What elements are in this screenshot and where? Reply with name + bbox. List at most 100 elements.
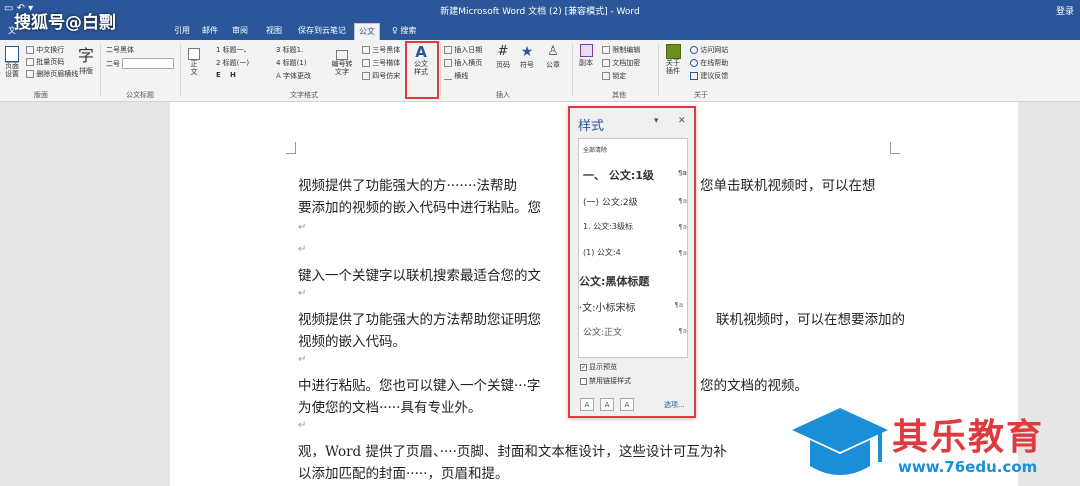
about-plugin-button[interactable]: 关于插件 — [662, 44, 684, 75]
disable-linked-checkbox[interactable]: 禁用链接样式 — [580, 376, 631, 386]
doc-paragraph: 中进行粘贴。您也可以键入一个关键···字 — [298, 378, 541, 394]
heading1-button[interactable]: 1 标题一、 — [216, 45, 251, 55]
separator — [440, 44, 441, 96]
graduation-cap-icon — [792, 408, 888, 475]
tab-review[interactable]: 审阅 — [228, 23, 252, 40]
heading-e-button[interactable]: E — [216, 71, 221, 79]
tab-cloud-notes[interactable]: 保存到云笔记 — [294, 23, 350, 40]
heading3-button[interactable]: 3 标题1. — [276, 45, 303, 55]
separator — [658, 44, 659, 96]
pilcrow-icon: ¶a — [677, 169, 687, 177]
seal-icon: ♙ — [547, 44, 559, 59]
remove-line-icon — [26, 70, 34, 78]
plugin-logo-icon — [665, 44, 681, 59]
paragraph-mark: ↵ — [298, 244, 307, 255]
style-item[interactable]: (1) 公文:4 ¶a — [583, 247, 687, 258]
feedback-button[interactable]: 建议反馈 — [690, 71, 728, 81]
insert-header-button[interactable]: 插入横页 — [444, 58, 482, 68]
seal-button[interactable]: ♙ 公章 — [544, 44, 562, 70]
brand-watermark: 其乐教育 www.76edu.com — [788, 404, 1080, 486]
heading4-button[interactable]: 4 标题(1) — [276, 58, 307, 68]
insert-date-button[interactable]: 插入日期 — [444, 45, 482, 55]
sohu-watermark: 搜狐号@白剽 — [14, 13, 116, 33]
separator — [180, 44, 181, 96]
doc-paragraph: 键入一个关键字以联机搜索最适合您的文 — [298, 268, 541, 284]
hash-icon: # — [497, 44, 509, 59]
manage-styles-button[interactable]: A — [620, 398, 634, 411]
login-link[interactable]: 登录 — [1056, 4, 1074, 17]
heading2-button[interactable]: 2 标题(一) — [216, 58, 249, 68]
styles-pane[interactable]: 样式 ▾ ✕ 全部清除 一、 公文:1级 ¶a (一) 公文:2级 ¶a 1. 公文… — [568, 106, 696, 418]
lock-button[interactable]: 锁定 — [602, 71, 626, 81]
options-link[interactable]: 选项... — [664, 400, 685, 410]
break-icon — [26, 46, 34, 54]
brand-name: 其乐教育 — [892, 417, 1045, 458]
new-style-button[interactable]: A — [580, 398, 594, 411]
save-copy-icon — [579, 44, 593, 57]
pane-menu-icon[interactable]: ▾ — [654, 116, 659, 126]
page-numbers-button[interactable]: 批量页码 — [26, 57, 64, 67]
title-size-label: 二号 — [106, 60, 120, 68]
title-font-label: 二号黑体 — [106, 46, 134, 54]
style-item[interactable]: 公文:正文 ¶a — [583, 325, 687, 338]
heading-h-button[interactable]: H — [230, 71, 236, 79]
key-icon — [602, 59, 610, 67]
page-setup-button[interactable]: 页面设置 — [2, 46, 22, 78]
style-inspector-button[interactable]: A — [600, 398, 614, 411]
title-font-select[interactable] — [122, 58, 174, 69]
group-label-insert: 插入 — [496, 91, 510, 99]
tab-references[interactable]: 引用 — [170, 23, 194, 40]
tab-search[interactable]: ♀ 搜索 — [388, 23, 420, 40]
lock-icon — [602, 72, 610, 80]
crop-mark — [286, 142, 296, 154]
style-item[interactable]: 1. 公文:3级标 ¶a — [583, 221, 687, 232]
body-style-button[interactable]: 正文 — [186, 48, 202, 76]
paragraph-mark: ↵ — [298, 420, 307, 431]
doc-paragraph-fragment: 您的文档的视频。 — [700, 378, 808, 394]
page-setup-icon — [5, 46, 19, 62]
style-item[interactable]: (一) 公文:2级 ¶a — [583, 195, 687, 208]
tab-gongwen[interactable]: 公文 — [354, 23, 380, 40]
style-list[interactable]: 全部清除 一、 公文:1级 ¶a (一) 公文:2级 ¶a 1. 公文:3级标 ¶a … — [578, 138, 688, 358]
group-label-other: 其他 — [612, 91, 626, 99]
close-icon[interactable]: ✕ — [678, 116, 686, 126]
limit-edit-button[interactable]: 限制编辑 — [602, 45, 640, 55]
checkbox-checked-icon: ✓ — [580, 363, 587, 371]
font3-hei-button[interactable]: 三号黑体 — [362, 45, 400, 55]
lines-button[interactable]: 横线 — [444, 71, 468, 81]
ribbon-tabs: 文 引用 邮件 审阅 视图 保存到云笔记 公文 ♀ 搜索 — [0, 20, 1080, 40]
online-help-button[interactable]: 在线帮助 — [690, 58, 728, 68]
style-item[interactable]: 公文:黑体标题 — [579, 273, 683, 289]
style-item[interactable]: ·文:小标宋标 ¶a — [579, 299, 683, 314]
ribbon: 页面设置 中文换行 批量页码 删除页眉横线 字 排版 版面 二号黑体 二号 公文… — [0, 40, 1080, 102]
style-item[interactable]: 一、 公文:1级 ¶a — [583, 167, 687, 183]
chinese-break-button[interactable]: 中文换行 — [26, 45, 64, 55]
page-number-button[interactable]: # 页码 — [494, 44, 512, 70]
remove-header-lines-button[interactable]: 删除页眉横线 — [26, 69, 78, 79]
group-label-page: 版面 — [34, 91, 48, 99]
doc-icon — [362, 46, 370, 54]
numbering-icon — [336, 50, 348, 60]
lock-doc-icon — [602, 46, 610, 54]
doc-encrypt-button[interactable]: 文档加密 — [602, 58, 640, 68]
font4-fang-button[interactable]: 四号仿宋 — [362, 71, 400, 81]
brand-url: www.76edu.com — [898, 458, 1038, 476]
symbol-button[interactable]: ★ 符号 — [518, 44, 536, 70]
visit-site-button[interactable]: 访问网站 — [690, 45, 728, 55]
header-icon — [444, 59, 452, 67]
doc-paragraph: 以添加匹配的封面·····，页眉和提。 — [298, 466, 509, 482]
pilcrow-icon: ¶a — [674, 301, 683, 309]
numbering-to-text-button[interactable]: 编号转文字 — [330, 50, 354, 76]
tab-view[interactable]: 视图 — [262, 23, 286, 40]
font3-kai-button[interactable]: 三号楷体 — [362, 58, 400, 68]
typeset-button[interactable]: 字 排版 — [76, 42, 96, 76]
font-change-button[interactable]: A 字体更改 — [276, 71, 311, 81]
clear-all-item[interactable]: 全部清除 — [583, 145, 687, 154]
doc-paragraph: 为使您的文档·····具有专业外。 — [298, 400, 482, 416]
copy-button[interactable]: 副本 — [576, 44, 596, 68]
doc-paragraph-fragment: 联机视频时，可以在想要添加的 — [716, 312, 905, 328]
globe-icon — [690, 46, 698, 54]
show-preview-checkbox[interactable]: ✓ 显示预览 — [580, 362, 617, 372]
tab-mailings[interactable]: 邮件 — [198, 23, 222, 40]
pilcrow-icon: ¶a — [678, 249, 687, 257]
